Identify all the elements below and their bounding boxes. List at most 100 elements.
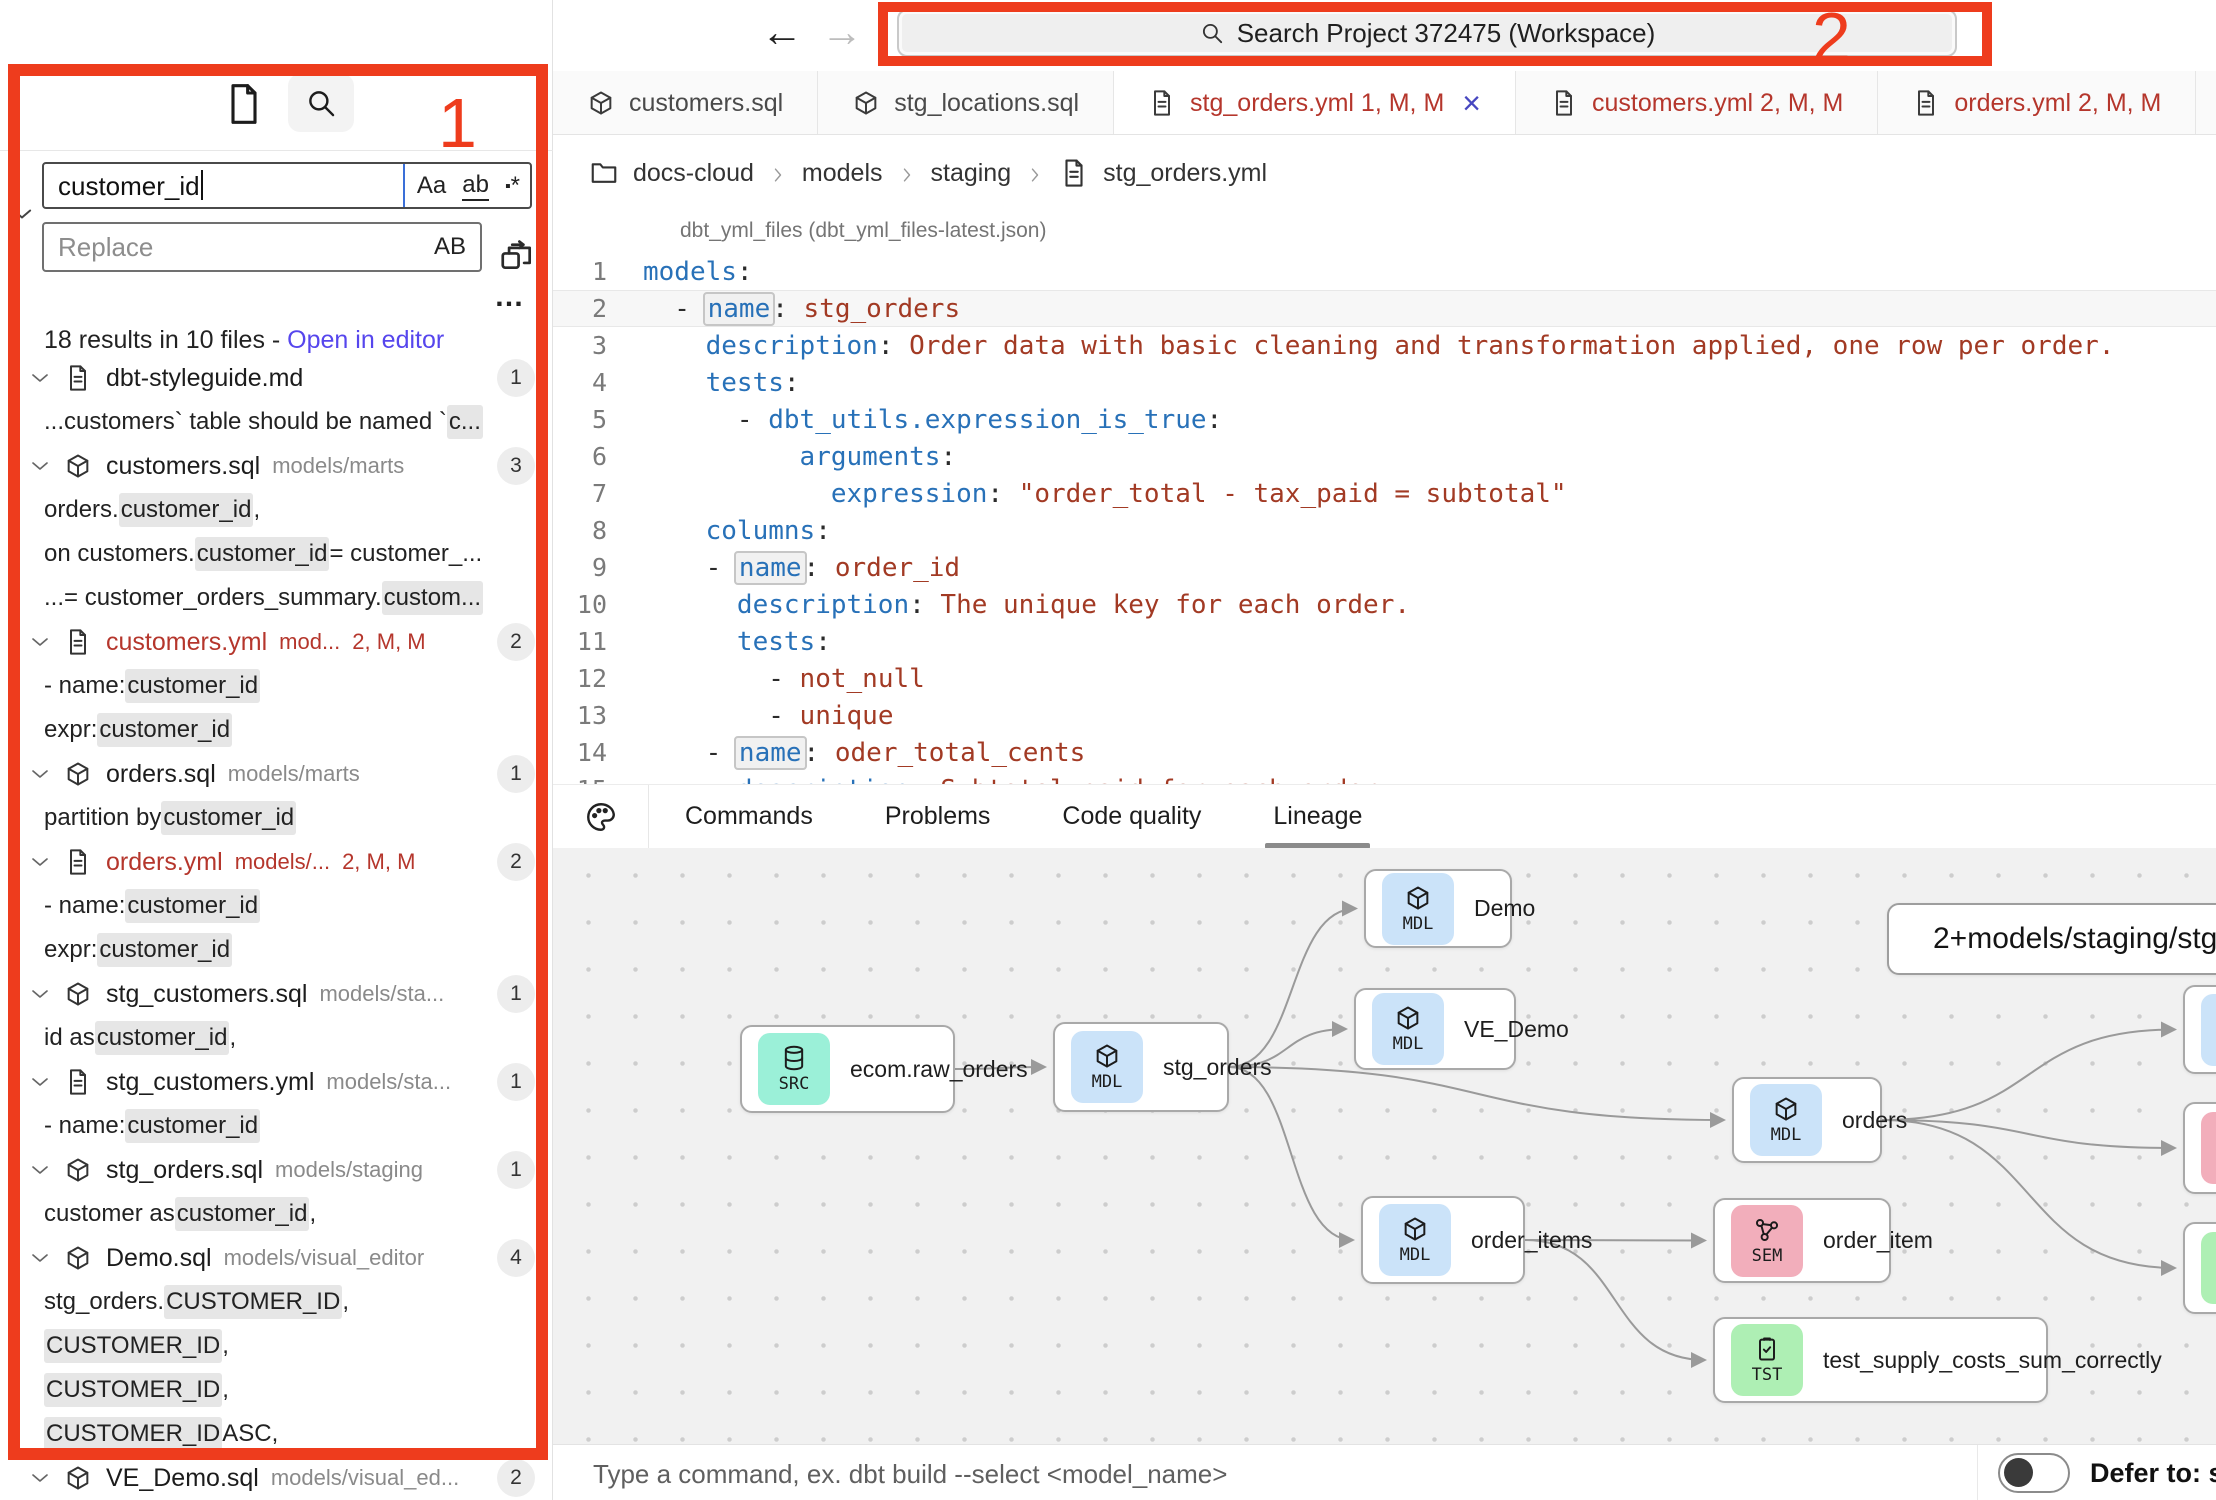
panel-tab-problems[interactable]: Problems <box>849 785 1027 849</box>
chevron-down-icon[interactable] <box>28 1466 52 1490</box>
search-result-line[interactable]: on customers.customer_id = customer_... <box>0 532 553 576</box>
search-result-file-row[interactable]: stg_customers.ymlmodels/sta...1 <box>0 1060 553 1104</box>
search-result-file-row[interactable]: stg_orders.sqlmodels/staging1 <box>0 1148 553 1192</box>
search-result-file-row[interactable]: Demo.sqlmodels/visual_editor4 <box>0 1236 553 1280</box>
editor-column: ← → Search Project 372475 (Workspace) cu… <box>553 0 2216 1500</box>
lineage-node-stg_orders[interactable]: MDLstg_orders <box>1053 1022 1229 1112</box>
lineage-node-order_item[interactable]: SEMorder_item <box>1713 1198 1891 1283</box>
command-input[interactable]: Type a command, ex. dbt build --select <… <box>593 1459 1227 1490</box>
preserve-case-button[interactable]: AB <box>434 233 466 261</box>
code-line[interactable]: 12 - not_null <box>553 660 2216 697</box>
chevron-down-icon[interactable] <box>28 1070 52 1094</box>
match-case-button[interactable]: Aa <box>417 172 446 200</box>
regex-button[interactable]: ▪* <box>505 172 520 200</box>
mdl-badge: MDL <box>1382 873 1454 945</box>
code-line[interactable]: 8 columns: <box>553 512 2216 549</box>
lineage-node-group_node[interactable]: 2+models/staging/stg_or <box>1887 903 2216 975</box>
breadcrumb-item[interactable]: models <box>802 159 883 188</box>
search-input[interactable]: customer_id Aa ab ▪* <box>42 162 532 209</box>
search-result-line[interactable]: - name: customer_id <box>0 664 553 708</box>
lineage-node-p_sem[interactable]: SEM <box>2183 1102 2216 1194</box>
search-result-line[interactable]: CUSTOMER_ID ASC, <box>0 1412 553 1456</box>
search-result-file-row[interactable]: orders.ymlmodels/...2, M, M2 <box>0 840 553 884</box>
search-result-line[interactable]: expr: customer_id <box>0 928 553 972</box>
lineage-canvas[interactable]: SRCecom.raw_ordersMDLstg_ordersMDLDemoMD… <box>553 848 2216 1444</box>
project-search-bar[interactable]: Search Project 372475 (Workspace) <box>897 9 1957 57</box>
search-result-line[interactable]: CUSTOMER_ID, <box>0 1368 553 1412</box>
close-icon[interactable]: × <box>1462 87 1481 119</box>
chevron-down-icon[interactable] <box>8 200 36 228</box>
code-line[interactable]: 13 - unique <box>553 697 2216 734</box>
search-result-line[interactable]: - name: customer_id <box>0 884 553 928</box>
open-in-editor-link[interactable]: Open in editor <box>287 326 444 354</box>
breadcrumb-item[interactable]: docs-cloud <box>633 159 754 188</box>
tab-stg_orders.yml[interactable]: stg_orders.yml 1, M, M× <box>1114 71 1516 135</box>
search-result-line[interactable]: id as customer_id, <box>0 1016 553 1060</box>
lineage-node-raw_orders[interactable]: SRCecom.raw_orders <box>740 1025 955 1113</box>
chevron-down-icon[interactable] <box>28 366 52 390</box>
forward-arrow-icon[interactable]: → <box>821 8 863 56</box>
search-result-line[interactable]: - name: customer_id <box>0 1104 553 1148</box>
lineage-node-p_tst[interactable]: TST <box>2183 1222 2216 1314</box>
tab-orders.yml[interactable]: orders.yml 2, M, M <box>1878 71 2196 135</box>
search-result-file-row[interactable]: customers.ymlmod...2, M, M2 <box>0 620 553 664</box>
search-result-line[interactable]: ...= customer_orders_summary.custom... <box>0 576 553 620</box>
search-result-file-row[interactable]: orders.sqlmodels/marts1 <box>0 752 553 796</box>
search-result-line[interactable]: orders.customer_id, <box>0 488 553 532</box>
panel-tab-commands[interactable]: Commands <box>649 785 849 849</box>
code-line[interactable]: 5 - dbt_utils.expression_is_true: <box>553 401 2216 438</box>
code-line[interactable]: 2 - name: stg_orders <box>553 290 2216 327</box>
back-arrow-icon[interactable]: ← <box>761 8 803 56</box>
search-result-line[interactable]: partition by customer_id <box>0 796 553 840</box>
code-line[interactable]: 14 - name: oder_total_cents <box>553 734 2216 771</box>
replace-all-icon[interactable] <box>498 236 536 274</box>
chevron-down-icon[interactable] <box>28 762 52 786</box>
code-line[interactable]: 11 tests: <box>553 623 2216 660</box>
chevron-down-icon[interactable] <box>28 1158 52 1182</box>
chevron-down-icon[interactable] <box>28 850 52 874</box>
search-result-line[interactable]: customer as customer_id, <box>0 1192 553 1236</box>
code-line[interactable]: 1models: <box>553 253 2216 290</box>
code-line[interactable]: 4 tests: <box>553 364 2216 401</box>
chevron-down-icon[interactable] <box>28 982 52 1006</box>
files-panel-icon[interactable] <box>222 80 266 128</box>
code-line[interactable]: 7 expression: "order_total - tax_paid = … <box>553 475 2216 512</box>
whole-word-button[interactable]: ab <box>462 171 489 201</box>
lineage-node-test_node[interactable]: TSTtest_supply_costs_sum_correctly <box>1713 1317 2048 1403</box>
lineage-node-demo[interactable]: MDLDemo <box>1364 869 1512 948</box>
search-panel-button[interactable] <box>288 74 354 132</box>
replace-input[interactable]: Replace AB <box>42 222 482 272</box>
chevron-down-icon[interactable] <box>28 630 52 654</box>
code-editor[interactable]: dbt_yml_files (dbt_yml_files-latest.json… <box>553 211 2216 784</box>
search-result-line[interactable]: expr: customer_id <box>0 708 553 752</box>
search-result-file-row[interactable]: dbt-styleguide.md1 <box>0 356 553 400</box>
defer-toggle[interactable] <box>1998 1453 2070 1493</box>
panel-tab-code-quality[interactable]: Code quality <box>1026 785 1237 849</box>
code-line[interactable]: 3 description: Order data with basic cle… <box>553 327 2216 364</box>
theme-palette-icon[interactable] <box>553 785 649 849</box>
search-result-file-row[interactable]: customers.sqlmodels/marts3 <box>0 444 553 488</box>
panel-tab-lineage[interactable]: Lineage <box>1237 785 1398 849</box>
tab-stg_locations.sql[interactable]: stg_locations.sql <box>818 71 1114 135</box>
lineage-node-order_items[interactable]: MDLorder_items <box>1361 1196 1525 1284</box>
search-result-line[interactable]: stg_orders.CUSTOMER_ID, <box>0 1280 553 1324</box>
tab-customers.sql[interactable]: customers.sql <box>553 71 818 135</box>
breadcrumb-item[interactable]: staging <box>931 159 1012 188</box>
lineage-node-orders[interactable]: MDLorders <box>1732 1077 1882 1163</box>
chevron-down-icon[interactable] <box>28 454 52 478</box>
tab-customers.yml[interactable]: customers.yml 2, M, M <box>1516 71 1878 135</box>
match-count-badge: 4 <box>497 1239 535 1277</box>
code-line[interactable]: 6 arguments: <box>553 438 2216 475</box>
search-result-line[interactable]: CUSTOMER_ID, <box>0 1324 553 1368</box>
file-name: Demo.sql <box>106 1244 212 1273</box>
code-line[interactable]: 9 - name: order_id <box>553 549 2216 586</box>
code-line[interactable]: 15 description: Subtotal paid for each o… <box>553 771 2216 784</box>
lineage-node-p_mdl[interactable]: MDL <box>2183 985 2216 1074</box>
chevron-down-icon[interactable] <box>28 1246 52 1270</box>
search-result-line[interactable]: ...customers` table should be named `c..… <box>0 400 553 444</box>
search-result-file-row[interactable]: VE_Demo.sqlmodels/visual_ed...2 <box>0 1456 553 1500</box>
more-options-button[interactable]: … <box>494 280 527 314</box>
code-line[interactable]: 10 description: The unique key for each … <box>553 586 2216 623</box>
search-result-file-row[interactable]: stg_customers.sqlmodels/sta...1 <box>0 972 553 1016</box>
lineage-node-ve_demo[interactable]: MDLVE_Demo <box>1354 988 1516 1070</box>
